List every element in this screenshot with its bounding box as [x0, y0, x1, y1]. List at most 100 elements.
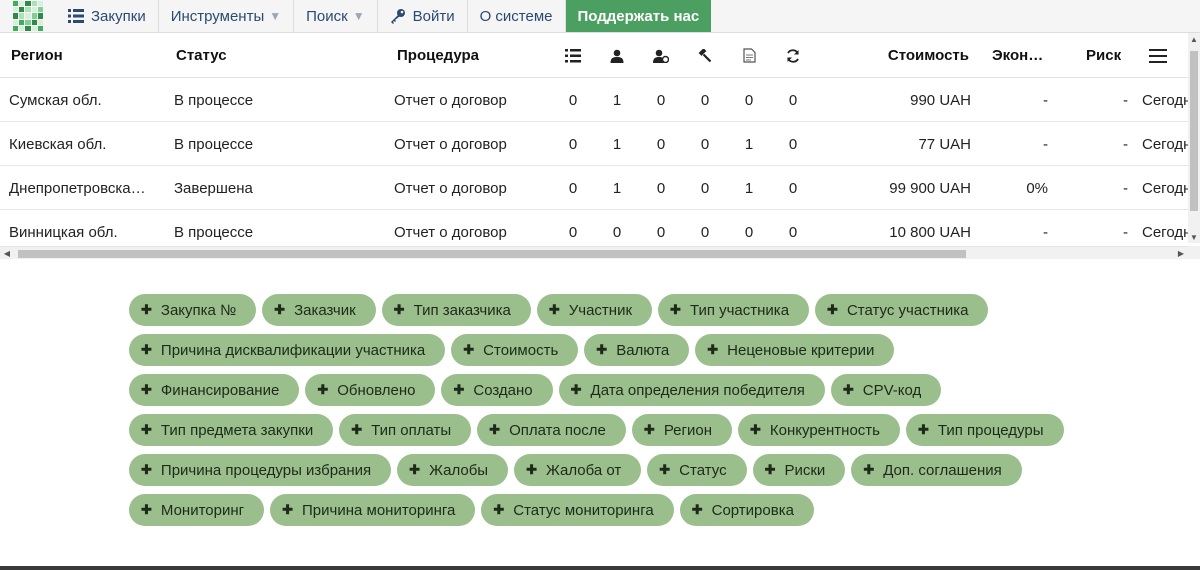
plus-icon: ✚	[317, 382, 329, 397]
header-status[interactable]: Статус	[176, 33, 227, 78]
plus-icon: ✚	[274, 302, 286, 317]
column-toggle-pill[interactable]: ✚ Жалоба от	[514, 454, 642, 486]
column-toggle-pill[interactable]: ✚ Статус мониторинга	[481, 494, 674, 526]
vertical-scrollbar[interactable]: ▲ ▼	[1188, 33, 1200, 243]
list-icon[interactable]	[561, 33, 585, 78]
scroll-right-icon[interactable]: ▶	[1174, 247, 1188, 260]
cell-date: Сегодн	[1142, 135, 1188, 153]
cell-count: 0	[700, 91, 710, 109]
pill-row: ✚ Мониторинг ✚ Причина мониторинга ✚ Статус м…	[129, 494, 1069, 526]
support-button[interactable]: Поддержать нас	[565, 0, 712, 32]
header-economy[interactable]: Экон…	[992, 33, 1043, 78]
pill-label: Оплата после	[509, 421, 606, 439]
scroll-left-icon[interactable]: ◀	[0, 247, 14, 260]
nav-procurements[interactable]: Закупки	[56, 0, 159, 32]
menu-icon[interactable]	[1149, 33, 1167, 78]
column-toggle-pill[interactable]: ✚ Оплата после	[477, 414, 626, 446]
logo-grid-icon	[13, 1, 43, 31]
logo-cell	[13, 19, 19, 25]
table-row[interactable]: Киевская обл. В процессе Отчет о договор 0 1…	[0, 122, 1188, 166]
pill-label: Причина процедуры избрания	[160, 461, 372, 479]
plus-icon: ✚	[917, 422, 929, 437]
header-procedure[interactable]: Процедура	[397, 33, 479, 78]
column-toggle-pill[interactable]: ✚ Участник	[536, 294, 653, 326]
logo-cell	[37, 1, 43, 7]
pill-label: Статус	[679, 461, 727, 479]
logo-cell	[13, 25, 19, 31]
column-toggle-pill[interactable]: ✚ Заказчик	[262, 294, 376, 326]
nav-login[interactable]: Войти	[378, 0, 468, 32]
chevron-down-icon: ▼	[269, 9, 282, 23]
logo-cell	[31, 25, 37, 31]
column-toggle-pill[interactable]: ✚ Обновлено	[305, 374, 436, 406]
pill-label: Дата определения победителя	[590, 381, 805, 399]
plus-icon: ✚	[526, 462, 537, 477]
plus-icon: ✚	[141, 382, 152, 397]
column-toggle-pill[interactable]: ✚ Статус участника	[815, 294, 989, 326]
horizontal-scrollbar[interactable]: ◀ ▶	[0, 246, 1188, 259]
cell-count: 0	[568, 91, 578, 109]
pill-label: Сортировка	[711, 501, 794, 519]
nav-search-dropdown[interactable]: Поиск ▼	[294, 0, 378, 32]
column-toggle-pill[interactable]: ✚ Мониторинг	[129, 494, 265, 526]
plus-icon: ✚	[463, 342, 475, 357]
pill-label: Валюта	[616, 341, 670, 359]
column-toggle-pill[interactable]: ✚ Закупка №	[129, 294, 257, 326]
scrollbar-thumb[interactable]	[1190, 51, 1198, 211]
column-toggle-pill[interactable]: ✚ Регион	[631, 414, 732, 446]
column-toggle-pill[interactable]: ✚ Тип предмета закупки	[129, 414, 334, 446]
column-toggle-pill[interactable]: ✚ Причина дисквалификации участника	[129, 334, 446, 366]
scroll-down-icon[interactable]: ▼	[1188, 231, 1200, 243]
scroll-up-icon[interactable]: ▲	[1188, 33, 1200, 45]
column-toggle-pill[interactable]: ✚ Валюта	[584, 334, 690, 366]
nav-tools-dropdown[interactable]: Инструменты ▼	[159, 0, 295, 32]
cell-status: В процессе	[174, 91, 254, 109]
cell-procedure: Отчет о договор	[394, 179, 507, 197]
logo-cell	[19, 25, 25, 31]
column-toggle-pill[interactable]: ✚ Неценовые критерии	[695, 334, 895, 366]
column-toggle-pill[interactable]: ✚ Дата определения победителя	[558, 374, 825, 406]
column-toggle-pill[interactable]: ✚ Причина мониторинга	[270, 494, 476, 526]
scrollbar-thumb[interactable]	[18, 250, 966, 258]
column-toggle-pills: ✚ Закупка № ✚ Заказчик ✚ Тип заказчика ✚ Участн…	[129, 294, 1069, 534]
refresh-icon[interactable]	[781, 33, 805, 78]
plus-icon: ✚	[489, 422, 501, 437]
column-toggle-pill[interactable]: ✚ Жалобы	[397, 454, 509, 486]
column-toggle-pill[interactable]: ✚ Доп. соглашения	[851, 454, 1022, 486]
column-toggle-pill[interactable]: ✚ Создано	[441, 374, 553, 406]
table-row[interactable]: Сумская обл. В процессе Отчет о договор 0 1 0…	[0, 78, 1188, 122]
column-toggle-pill[interactable]: ✚ Причина процедуры избрания	[129, 454, 392, 486]
column-toggle-pill[interactable]: ✚ Тип участника	[658, 294, 810, 326]
logo[interactable]	[0, 0, 56, 32]
header-risk[interactable]: Риск	[1086, 33, 1121, 78]
column-toggle-pill[interactable]: ✚ Конкурентность	[737, 414, 900, 446]
logo-cell	[37, 7, 43, 13]
column-toggle-pill[interactable]: ✚ Тип заказчика	[381, 294, 531, 326]
table-row[interactable]: Днепропетровска… Завершена Отчет о договор…	[0, 166, 1188, 210]
column-toggle-pill[interactable]: ✚ Тип оплаты	[339, 414, 472, 446]
pill-row: ✚ Тип предмета закупки ✚ Тип оплаты ✚ Оплата …	[129, 414, 1069, 446]
column-toggle-pill[interactable]: ✚ Финансирование	[129, 374, 300, 406]
person-icon[interactable]	[605, 33, 629, 78]
hammer-icon[interactable]	[693, 33, 717, 78]
cell-procedure: Отчет о договор	[394, 91, 507, 109]
pill-label: Риски	[784, 461, 826, 479]
cell-economy: 0%	[1026, 179, 1048, 197]
nav-about[interactable]: О системе	[468, 0, 566, 32]
column-toggle-pill[interactable]: ✚ Риски	[752, 454, 846, 486]
logo-cell	[19, 7, 25, 13]
pill-label: Мониторинг	[160, 501, 245, 519]
chevron-down-icon: ▼	[352, 9, 365, 23]
document-icon[interactable]	[737, 33, 761, 78]
column-toggle-pill[interactable]: ✚ CPV-код	[830, 374, 942, 406]
header-region[interactable]: Регион	[11, 33, 63, 78]
header-cost[interactable]: Стоимость	[860, 33, 969, 78]
column-toggle-pill[interactable]: ✚ Статус	[647, 454, 747, 486]
column-toggle-pill[interactable]: ✚ Сортировка	[679, 494, 814, 526]
person-dot-icon[interactable]	[649, 33, 673, 78]
column-toggle-pill[interactable]: ✚ Тип процедуры	[905, 414, 1064, 446]
pill-label: Заказчик	[294, 301, 356, 319]
support-label: Поддержать нас	[577, 7, 700, 25]
column-toggle-pill[interactable]: ✚ Стоимость	[451, 334, 579, 366]
pill-label: Участник	[568, 301, 633, 319]
